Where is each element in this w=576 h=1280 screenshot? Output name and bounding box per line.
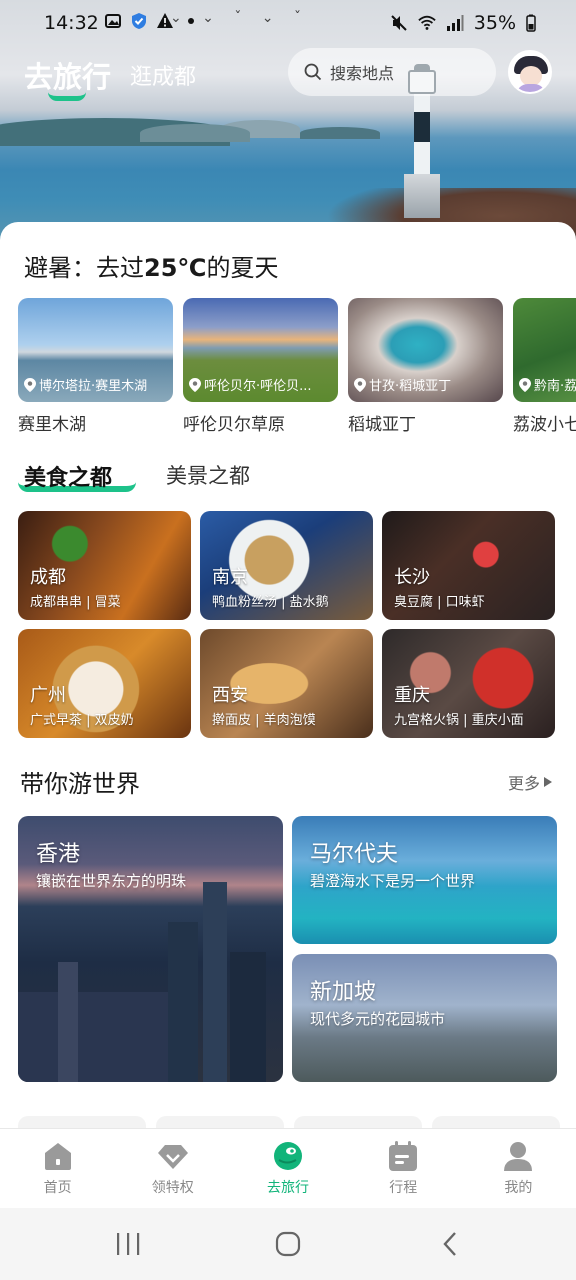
tab-go-travel[interactable]: 去旅行 [24,54,111,96]
food-card-chongqing[interactable]: 重庆 九宫格火锅 | 重庆小面 [382,629,555,738]
food-card-guangzhou[interactable]: 广州 广式早茶 | 双皮奶 [18,629,191,738]
status-time: 14:32 [44,12,99,34]
tab-itinerary[interactable]: 行程 [346,1129,461,1208]
system-navigation-bar [0,1208,576,1280]
bottom-tab-bar: 首页 领特权 去旅行 行程 我的 [0,1128,576,1208]
tab-explore-chengdu[interactable]: 逛成都 [130,59,196,91]
location-pin-icon [354,377,366,392]
hero-banner: ⌄ ⌄ ˇ ⌄ ˇ 14:32 35% 去旅行 逛成都 搜索地点 [0,0,576,250]
back-chevron-icon [443,1232,456,1256]
world-section-title: 带你游世界 [20,770,140,798]
active-tab-indicator [48,92,86,101]
person-icon [504,1142,533,1171]
search-icon [304,63,322,81]
signal-icon [446,15,464,31]
dot-icon [188,18,194,24]
tab-privileges[interactable]: 领特权 [115,1129,230,1208]
summer-card-name: 荔波小七 [513,415,576,435]
world-card-hong-kong[interactable]: 香港 镶嵌在世界东方的明珠 [18,816,283,1082]
search-placeholder: 搜索地点 [330,64,395,83]
summer-card-name: 呼伦贝尔草原 [183,415,285,435]
food-card-changsha[interactable]: 长沙 臭豆腐 | 口味虾 [382,511,555,620]
location-pin-icon [189,377,201,392]
distant-island [300,127,380,139]
summer-card-hulunbuir[interactable]: 呼伦贝尔·呼伦贝... 呼伦贝尔草原 [183,298,338,435]
recent-apps-icon [117,1233,140,1255]
location-pin-icon [24,377,36,392]
home-circle-icon [275,1231,301,1257]
tab-food-capitals[interactable]: 美食之都 [24,460,112,492]
back-button[interactable] [430,1228,470,1260]
triangle-right-icon [544,777,553,787]
summer-section-title: 避暑：去过25℃的夏天 [24,254,279,282]
summer-card-daocheng[interactable]: 甘孜·稻城亚丁 稻城亚丁 [348,298,503,435]
distant-island [140,124,250,142]
gallery-notification-icon [105,14,121,28]
avatar[interactable] [508,50,552,94]
battery-text: 35% [473,12,516,34]
summer-card-libo[interactable]: 黔南·荔 荔波小七 [513,298,576,435]
food-card-chengdu[interactable]: 成都 成都串串 | 冒菜 [18,511,191,620]
food-card-nanjing[interactable]: 南京 鸭血粉丝汤 | 盐水鹅 [200,511,373,620]
world-card-singapore[interactable]: 新加坡 现代多元的花园城市 [292,954,557,1082]
summer-card-name: 稻城亚丁 [348,415,416,435]
food-card-xian[interactable]: 西安 擀面皮 | 羊肉泡馍 [200,629,373,738]
main-content: 避暑：去过25℃的夏天 博尔塔拉·赛里木湖 赛里木湖 呼伦贝尔·呼伦贝... 呼… [0,222,576,1128]
food-city-grid: 成都 成都串串 | 冒菜 南京 鸭血粉丝汤 | 盐水鹅 长沙 臭豆腐 | 口味虾… [18,511,555,738]
status-bar: 14:32 35% [0,0,576,46]
recent-apps-button[interactable] [108,1228,148,1260]
travel-planet-icon [274,1142,302,1170]
diamond-icon [157,1145,188,1169]
world-card-maldives[interactable]: 马尔代夫 碧澄海水下是另一个世界 [292,816,557,944]
calendar-icon [389,1141,418,1171]
battery-icon [526,14,536,32]
home-icon [44,1143,71,1170]
wifi-icon [418,15,436,30]
more-link[interactable]: 更多 [508,770,553,794]
tab-mine[interactable]: 我的 [461,1129,576,1208]
mute-icon [391,15,407,31]
next-section-peek [18,1116,560,1128]
summer-title-temp: 25℃ [144,254,207,282]
location-pin-icon [519,377,531,392]
search-input[interactable]: 搜索地点 [288,48,496,96]
tab-scenery-capitals[interactable]: 美景之都 [166,460,250,490]
home-button[interactable] [268,1228,308,1260]
summer-destination-list: 博尔塔拉·赛里木湖 赛里木湖 呼伦贝尔·呼伦贝... 呼伦贝尔草原 甘孜·稻城亚… [18,298,576,435]
shield-icon [132,13,146,29]
tab-home[interactable]: 首页 [0,1129,115,1208]
warning-icon [157,13,173,28]
summer-card-sairam-lake[interactable]: 博尔塔拉·赛里木湖 赛里木湖 [18,298,173,435]
tab-go-travel-bottom[interactable]: 去旅行 [230,1129,345,1208]
summer-card-name: 赛里木湖 [18,415,86,435]
